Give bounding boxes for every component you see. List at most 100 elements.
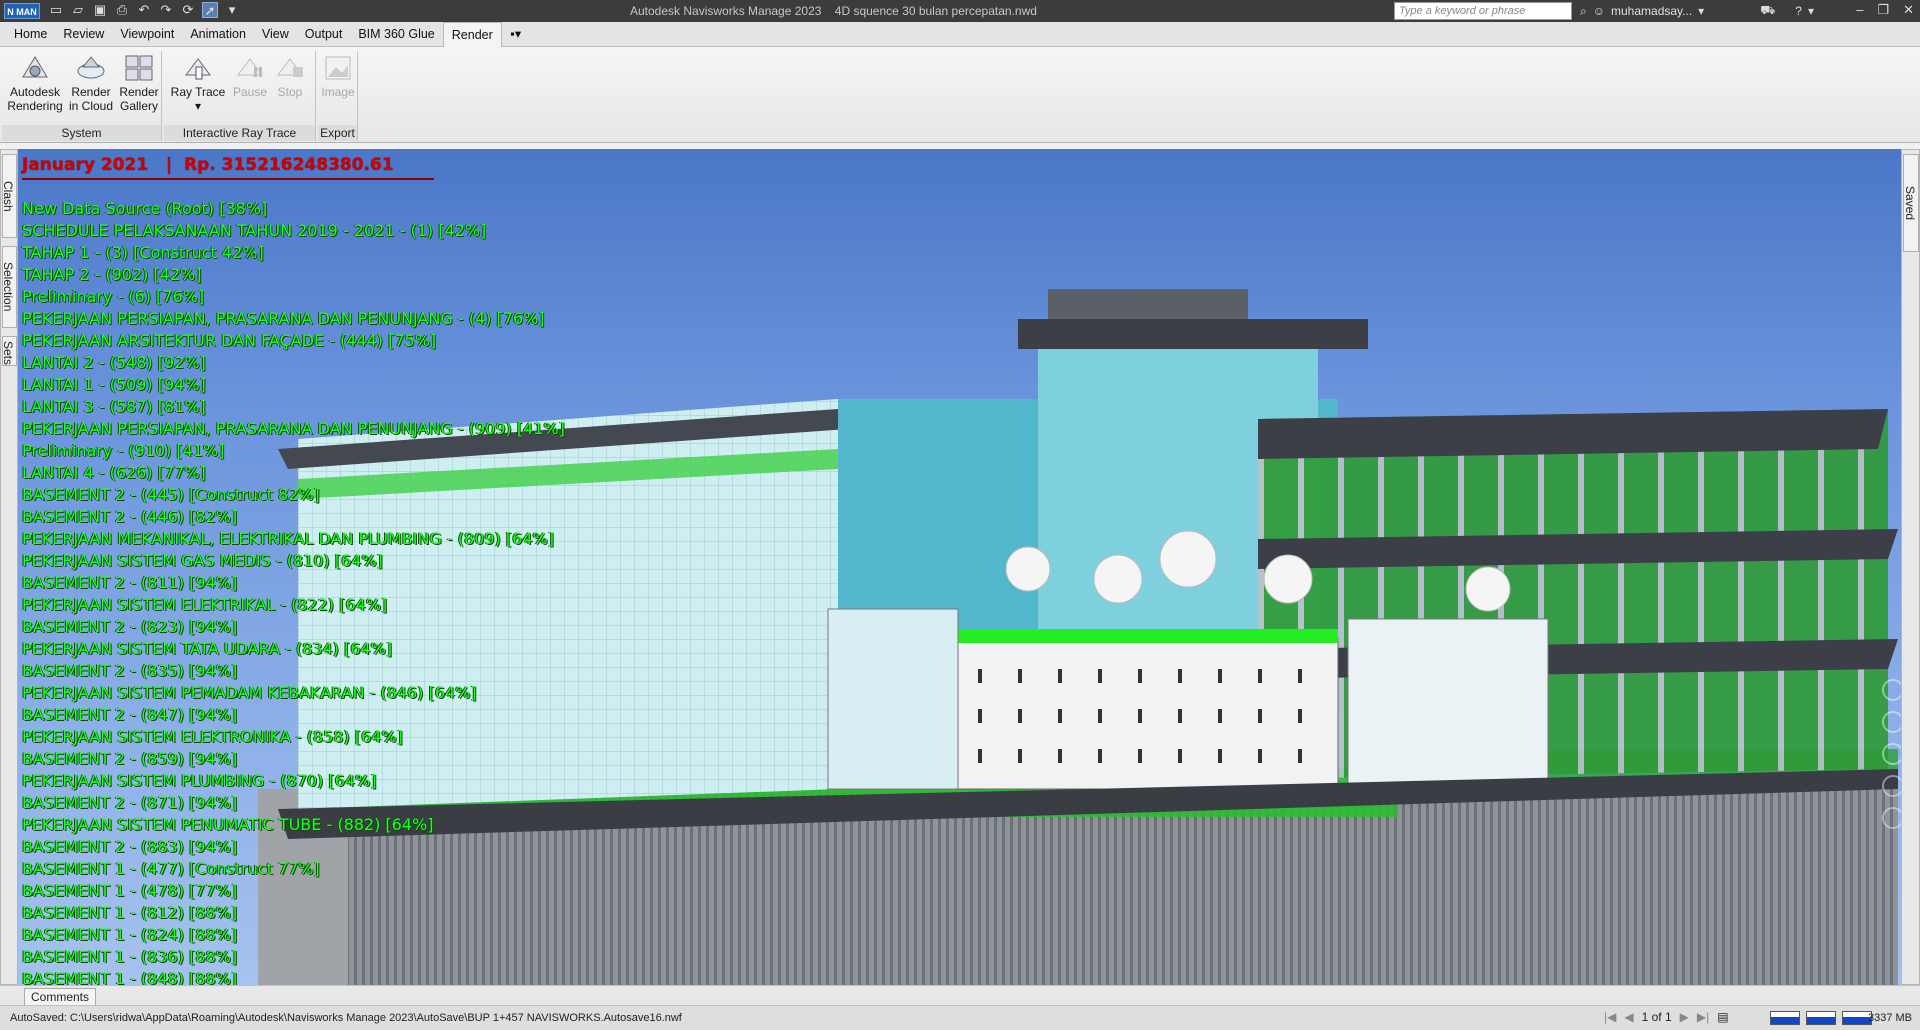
look-icon[interactable] <box>1882 807 1901 829</box>
username-label[interactable]: muhamadsay... <box>1611 4 1692 18</box>
task-item: BASEMENT 2 - (871) [94%] <box>22 793 238 812</box>
image-icon <box>325 56 351 80</box>
orbit-icon[interactable] <box>1882 775 1901 797</box>
tab-animation[interactable]: Animation <box>182 22 254 46</box>
redo-icon[interactable]: ↷ <box>158 2 174 18</box>
help-icon[interactable]: ? <box>1795 4 1802 18</box>
sets-tab[interactable]: Sets <box>1 336 17 366</box>
task-item: Preliminary - (910) [41%] <box>22 441 225 460</box>
task-item: TAHAP 1 - (3) [Construct 42%] <box>22 243 264 262</box>
new-file-icon[interactable]: ▭ <box>48 2 64 18</box>
task-item: PEKERJAAN SISTEM TATA UDARA - (834) [64%… <box>22 639 393 658</box>
select-tool-icon[interactable]: ➚ <box>202 2 218 18</box>
overlay-divider <box>22 178 434 180</box>
customize-toolbar-icon[interactable]: ▾ <box>224 2 240 18</box>
clash-detective-tab[interactable]: Clash Detective <box>0 154 17 238</box>
panel-system-label[interactable]: System <box>2 125 161 141</box>
task-item: BASEMENT 1 - (477) [Construct 77%] <box>22 859 320 878</box>
task-item: PEKERJAAN ARSITEKTUR DAN FAÇADE - (444) … <box>22 331 437 350</box>
minimize-icon[interactable]: – <box>1856 2 1863 18</box>
render-gallery-icon <box>125 55 153 81</box>
tab-bim360-glue[interactable]: BIM 360 Glue <box>350 22 442 46</box>
close-icon[interactable]: ✕ <box>1903 2 1914 18</box>
ray-trace-icon <box>185 58 211 80</box>
last-page-icon[interactable]: ▶| <box>1697 1010 1709 1024</box>
saved-viewpoints-tab[interactable]: Saved Viewpoints <box>1889 154 1919 252</box>
tab-view[interactable]: View <box>254 22 297 46</box>
task-item: BASEMENT 2 - (883) [94%] <box>22 837 238 856</box>
panel-interactive-ray-trace: Ray Trace ▾ Pause Stop Interactive Ray Tr… <box>164 51 316 141</box>
tab-output[interactable]: Output <box>297 22 351 46</box>
chevron-down-icon[interactable]: ▾ <box>1698 4 1704 18</box>
panel-export-label[interactable]: Export <box>318 125 357 141</box>
task-item: BASEMENT 2 - (835) [94%] <box>22 661 238 680</box>
timeliner-overlay: January 2021 | Rp. 315216248380.61 New D… <box>22 155 565 985</box>
quick-access-toolbar: ▭ ▱ ▣ ⎙ ↶ ↷ ⟳ ➚ ▾ <box>48 2 240 20</box>
task-item: PEKERJAAN SISTEM PENUMATIC TUBE - (882) … <box>22 815 434 834</box>
application-menu-button[interactable]: N MAN <box>4 3 40 19</box>
task-item: LANTAI 2 - (548) [92%] <box>22 353 206 372</box>
sheet-list-icon[interactable]: ▤ <box>1717 1010 1728 1024</box>
render-in-cloud-button[interactable]: Render in Cloud <box>66 53 116 113</box>
task-item: BASEMENT 2 - (859) [94%] <box>22 749 238 768</box>
autodesk-rendering-button[interactable]: Autodesk Rendering <box>6 53 64 113</box>
task-item: PEKERJAAN SISTEM PEMADAM KEBAKARAN - (84… <box>22 683 477 702</box>
first-page-icon[interactable]: |◀ <box>1604 1010 1616 1024</box>
task-item: LANTAI 4 - (626) [77%] <box>22 463 206 482</box>
render-gallery-button[interactable]: Render Gallery <box>116 53 162 113</box>
pan-icon[interactable] <box>1882 711 1901 733</box>
task-item: BASEMENT 2 - (446) [82%] <box>22 507 238 526</box>
task-item: PEKERJAAN SISTEM ELEKTRONIKA - (858) [64… <box>22 727 403 746</box>
pencil-bar-icon <box>1770 1011 1800 1025</box>
tab-render[interactable]: Render <box>442 22 502 48</box>
chevron-down-icon[interactable]: ▾ <box>1808 4 1814 18</box>
zoom-icon[interactable] <box>1882 743 1901 765</box>
cart-icon[interactable]: ⛟ <box>1760 3 1775 19</box>
stop-icon <box>277 58 303 77</box>
task-item: BASEMENT 2 - (445) [Construct 82%] <box>22 485 320 504</box>
binoculars-icon[interactable]: ⌕ <box>1580 4 1587 19</box>
comments-tab[interactable]: Comments <box>24 988 97 1006</box>
scene-viewport[interactable]: January 2021 | Rp. 315216248380.61 New D… <box>18 149 1901 985</box>
undo-icon[interactable]: ↶ <box>136 2 152 18</box>
pause-icon <box>237 58 263 77</box>
task-item: PEKERJAAN SISTEM ELEKTRIKAL - (822) [64%… <box>22 595 388 614</box>
ribbon: Autodesk Rendering Render in Cloud Rende… <box>0 47 1920 143</box>
task-item: LANTAI 3 - (587) [81%] <box>22 397 206 416</box>
image-export-button[interactable]: Image <box>320 53 356 99</box>
comments-bar: Comments <box>0 985 1920 1006</box>
prev-page-icon[interactable]: ◀ <box>1624 1010 1633 1024</box>
chevron-down-icon: ▾ <box>194 99 202 113</box>
pause-button[interactable]: Pause <box>230 53 270 99</box>
performance-bars <box>1770 1011 1872 1025</box>
tab-review[interactable]: Review <box>55 22 112 46</box>
selection-tree-tab[interactable]: Selection Tree <box>0 246 17 328</box>
task-item: LANTAI 1 - (509) [94%] <box>22 375 206 394</box>
infocenter: ⌕ ☺ muhamadsay... ▾ ⛟ ? ▾ <box>1580 3 1814 19</box>
render-cloud-icon <box>77 56 105 79</box>
task-item: BASEMENT 1 - (848) [88%] <box>22 969 238 985</box>
title-bar: N MAN ▭ ▱ ▣ ⎙ ↶ ↷ ⟳ ➚ ▾ Autodesk Naviswo… <box>0 0 1920 22</box>
user-icon[interactable]: ☺ <box>1593 4 1605 18</box>
steering-wheel-icon[interactable] <box>1882 679 1901 701</box>
open-file-icon[interactable]: ▱ <box>70 2 86 18</box>
tab-home[interactable]: Home <box>6 22 55 46</box>
camera-tab-icon[interactable]: ▪▾ <box>502 22 530 46</box>
sheet-pager: |◀ ◀ 1 of 1 ▶ ▶| ▤ <box>1604 1010 1729 1024</box>
next-page-icon[interactable]: ▶ <box>1680 1010 1689 1024</box>
print-icon[interactable]: ⎙ <box>114 2 130 18</box>
tab-viewpoint[interactable]: Viewpoint <box>112 22 182 46</box>
panel-ray-trace-label[interactable]: Interactive Ray Trace <box>164 125 315 141</box>
refresh-icon[interactable]: ⟳ <box>180 2 196 18</box>
restore-icon[interactable]: ❐ <box>1877 2 1889 18</box>
task-item: PEKERJAAN PERSIAPAN, PRASARANA DAN PENUN… <box>22 309 545 328</box>
save-icon[interactable]: ▣ <box>92 2 108 18</box>
stop-button[interactable]: Stop <box>270 53 310 99</box>
left-dock: Clash Detective Selection Tree Sets <box>0 149 18 985</box>
page-indicator: 1 of 1 <box>1641 1010 1672 1024</box>
task-item: BASEMENT 2 - (811) [94%] <box>22 573 238 592</box>
task-item: BASEMENT 2 - (847) [94%] <box>22 705 238 724</box>
task-item: PEKERJAAN SISTEM GAS MEDIS - (810) [64%] <box>22 551 383 570</box>
search-input[interactable]: Type a keyword or phrase <box>1394 2 1572 20</box>
ray-trace-button[interactable]: Ray Trace ▾ <box>170 53 226 113</box>
